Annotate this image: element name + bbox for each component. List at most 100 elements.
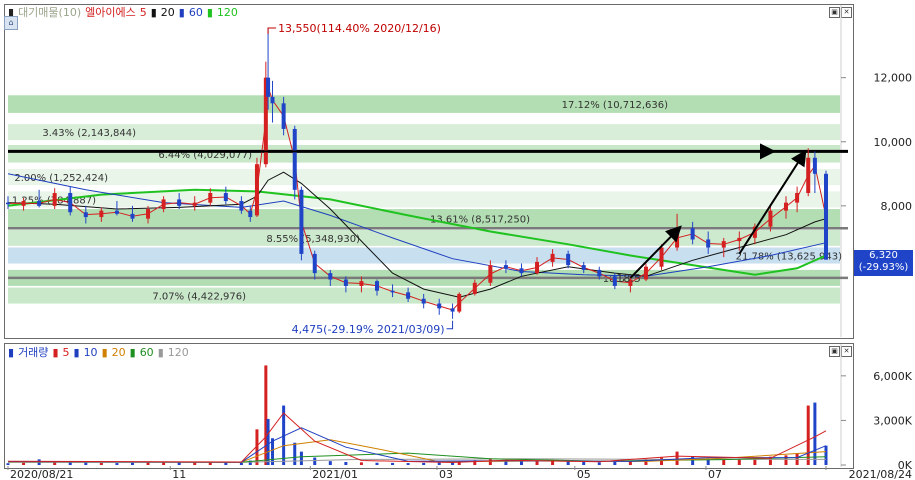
candle-body: [721, 241, 726, 248]
candle-body: [312, 253, 317, 274]
candle-body: [795, 193, 800, 203]
volume-bar: [806, 405, 810, 465]
x-tick-label: 2021/01: [312, 468, 358, 480]
volume-bar: [613, 461, 617, 465]
candle-body: [254, 164, 259, 216]
candle-body: [421, 298, 426, 304]
annotation-low-label: 4,475(-29.19% 2021/03/09): [292, 323, 445, 336]
volume-bar: [6, 463, 10, 465]
candle-body: [457, 293, 462, 312]
candle-body: [519, 268, 524, 274]
candle-body: [783, 202, 788, 211]
volume-bar: [566, 461, 570, 465]
current-price-change: (-29.93%): [858, 262, 909, 273]
x-tick-label: 05: [577, 468, 591, 480]
candle-body: [597, 269, 602, 277]
candle-body: [208, 193, 213, 203]
volume-bar: [582, 462, 586, 465]
volume-tick-label: 3,000K: [873, 414, 912, 427]
volume-bar: [22, 462, 26, 465]
supply-zone-label: 3.43% (2,143,844): [42, 128, 136, 139]
candle-body: [812, 157, 817, 174]
candle-body: [359, 281, 364, 286]
volume-bar: [293, 442, 297, 465]
current-price-tag: 6,320 (-29.93%): [854, 250, 913, 276]
candle-body: [437, 303, 442, 309]
candle-body: [768, 210, 773, 227]
candle-body: [146, 209, 151, 219]
candle-body: [806, 157, 811, 194]
annotation-high-pointer: [267, 27, 277, 35]
candle-body: [266, 77, 271, 97]
volume-bar: [824, 445, 828, 465]
candle-body: [550, 253, 555, 262]
x-tick-label: 2021/08/24: [849, 468, 912, 480]
volume-bar: [406, 463, 410, 465]
candle-body: [248, 210, 253, 218]
candle-body: [281, 103, 286, 129]
volume-bar: [115, 463, 119, 465]
price-tick-label: 8,000: [881, 200, 913, 213]
candle-body: [824, 173, 828, 260]
candle-body: [535, 261, 540, 274]
supply-zone-bar: [8, 168, 840, 186]
candle-body: [114, 210, 119, 214]
supply-zone-bar: [8, 247, 840, 264]
supply-zone-label: 8.55% (5,348,930): [266, 234, 360, 245]
candle-body: [343, 279, 348, 286]
supply-zone-bar: [8, 95, 840, 113]
volume-bar: [422, 462, 426, 465]
volume-bar: [130, 462, 134, 465]
volume-bar: [328, 461, 332, 465]
supply-zone-bar: [8, 144, 840, 163]
candle-body: [659, 247, 664, 267]
price-tick-label: 10,000: [874, 136, 913, 149]
volume-bar: [691, 456, 695, 465]
price-tick-label: 12,000: [874, 72, 913, 85]
candle-body: [299, 189, 304, 254]
volume-bar: [84, 462, 88, 465]
x-tick-label: 07: [708, 468, 722, 480]
volume-tick-label: 6,000K: [873, 370, 912, 383]
chart-svg: 17.12% (10,712,636)3.43% (2,143,844)6.44…: [6, 5, 913, 480]
candle-body: [68, 193, 73, 213]
candle-body: [566, 253, 571, 266]
candle-body: [503, 265, 508, 269]
volume-bar: [391, 462, 395, 465]
candle-body: [390, 290, 395, 293]
candle-body: [37, 201, 42, 206]
volume-bar: [359, 462, 363, 465]
x-tick-label: 11: [172, 468, 186, 480]
annotation-mid-label: 18.5: [616, 272, 641, 285]
candle-body: [292, 128, 297, 190]
x-tick-label: 03: [439, 468, 453, 480]
candle-body: [223, 193, 228, 202]
x-tick-label: 2020/08/21: [10, 468, 73, 480]
candle-body: [21, 201, 26, 206]
annotation-high-label: 13,550(114.40% 2020/12/16): [278, 22, 441, 35]
candle-body: [450, 308, 455, 312]
volume-bar: [675, 451, 679, 465]
candle-body: [6, 202, 10, 205]
volume-bar: [344, 462, 348, 465]
supply-zone-label: 13.61% (8,517,250): [430, 215, 530, 226]
candle-body: [83, 212, 88, 218]
volume-bar: [597, 462, 601, 465]
candle-body: [581, 265, 586, 270]
volume-bar: [737, 459, 741, 465]
volume-bar: [813, 402, 817, 465]
candle-body: [130, 213, 135, 219]
supply-zone-label: 17.12% (10,712,636): [562, 100, 668, 111]
annotation-low-pointer: [446, 320, 454, 330]
volume-bar: [239, 462, 243, 465]
volume-bar: [99, 462, 103, 465]
volume-bar: [193, 462, 197, 465]
volume-bar: [313, 457, 317, 465]
volume-bar: [299, 451, 303, 465]
candle-body: [52, 193, 57, 206]
candle-body: [643, 266, 648, 280]
candle-body: [706, 239, 711, 248]
candle-body: [328, 273, 333, 280]
candle-body: [737, 237, 742, 242]
supply-zone-label: 7.07% (4,422,976): [152, 292, 246, 303]
